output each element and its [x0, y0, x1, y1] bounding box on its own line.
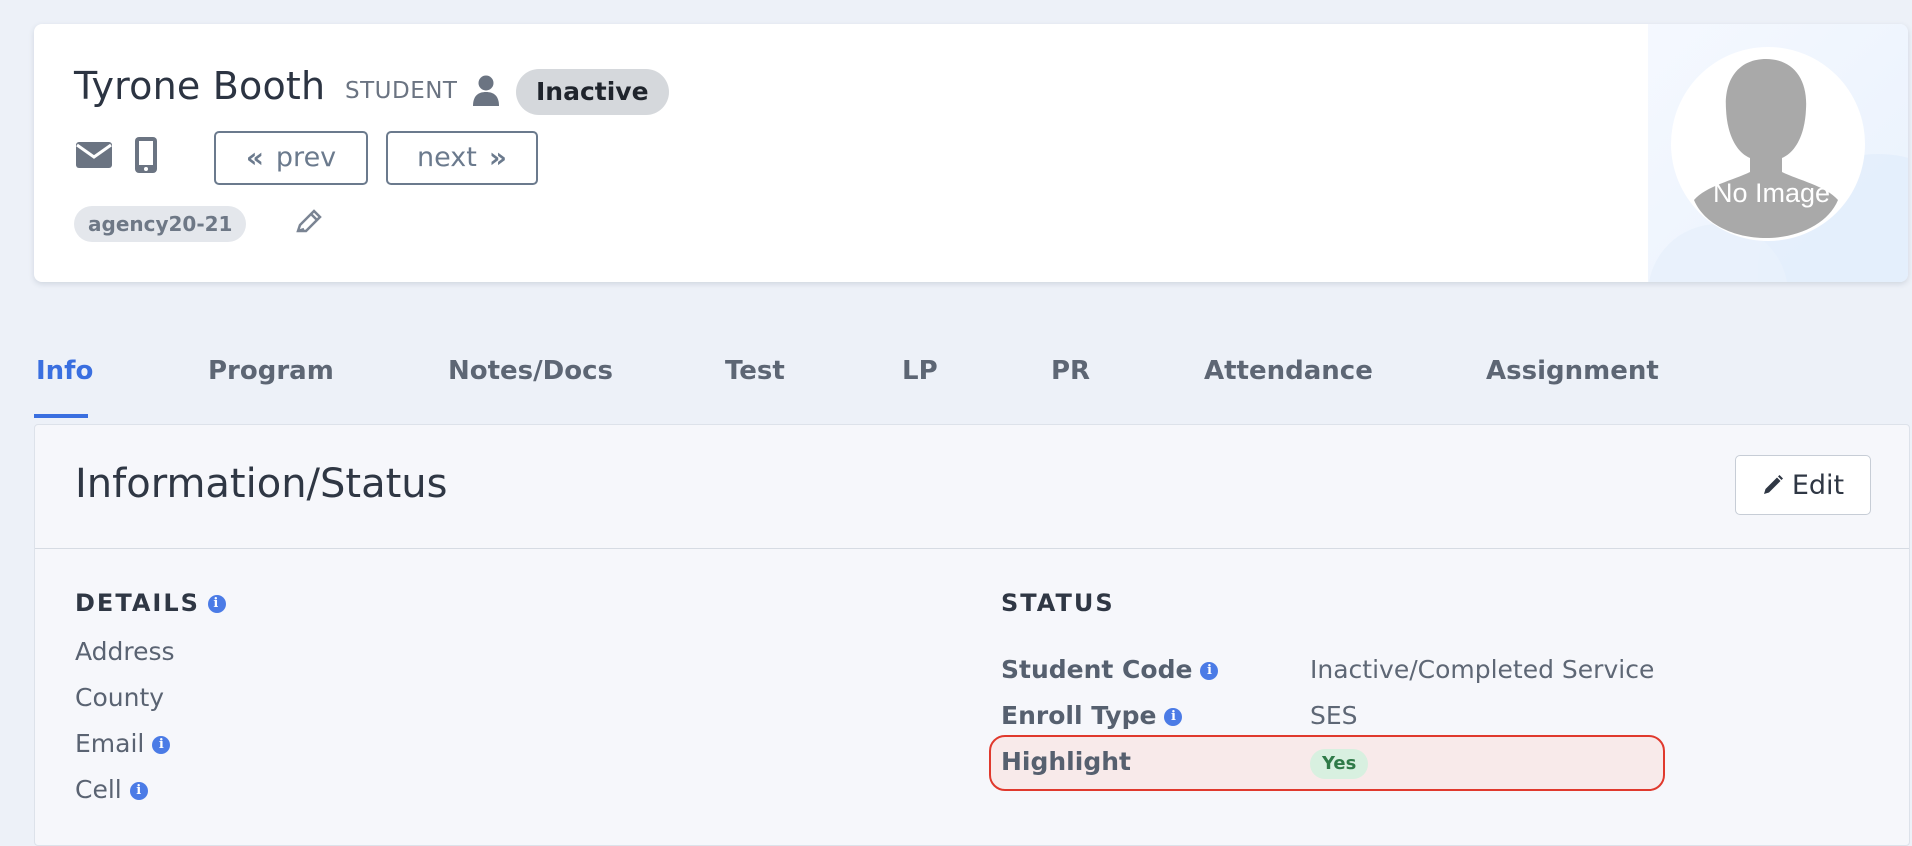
info-icon[interactable]: i [1164, 708, 1183, 726]
panel-title: Information/Status [75, 461, 448, 507]
avatar-decoration [1648, 24, 1908, 282]
profile-card: No Image Tyrone Booth STUDENT Inactive «… [34, 24, 1908, 282]
enroll-type-value: SES [1310, 701, 1358, 730]
student-code-label: Student Code i [1001, 655, 1219, 684]
student-name: Tyrone Booth [74, 64, 326, 108]
double-chevron-right-icon: » [488, 141, 507, 174]
info-icon[interactable]: i [129, 782, 148, 800]
county-label: County [75, 683, 165, 712]
double-chevron-left-icon: « [245, 141, 264, 174]
highlight-yes-badge: Yes [1310, 749, 1369, 779]
status-badge: Inactive [516, 69, 669, 115]
details-heading-text: DETAILS [75, 589, 200, 617]
details-heading: DETAILS i [75, 589, 226, 617]
cell-label-text: Cell [75, 775, 122, 804]
cell-label: Cell i [75, 775, 148, 804]
tab-pr[interactable]: PR [1051, 356, 1090, 386]
student-code-label-text: Student Code [1001, 655, 1193, 684]
tab-test[interactable]: Test [725, 356, 785, 386]
info-icon[interactable]: i [152, 736, 171, 754]
prev-label: prev [275, 142, 337, 173]
email-label-text: Email [75, 729, 145, 758]
next-label: next [417, 142, 477, 173]
tab-info[interactable]: Info [36, 356, 93, 386]
highlight-label: Highlight [1001, 747, 1131, 776]
info-icon[interactable]: i [1200, 662, 1219, 680]
tab-lp[interactable]: LP [902, 356, 938, 386]
tab-program[interactable]: Program [208, 356, 334, 386]
next-button[interactable]: next » [386, 131, 538, 185]
role-label: STUDENT [345, 78, 458, 104]
pencil-icon[interactable] [294, 207, 324, 237]
email-icon[interactable] [76, 140, 112, 170]
edit-button[interactable]: Edit [1735, 455, 1871, 515]
panel-divider [35, 548, 1909, 549]
status-heading: STATUS [1001, 589, 1115, 617]
tab-notes-docs[interactable]: Notes/Docs [448, 356, 613, 386]
edit-pencil-icon [1763, 475, 1783, 494]
active-tab-indicator [34, 414, 88, 418]
information-panel: Information/Status Edit DETAILS i Address… [34, 424, 1910, 846]
enroll-type-label: Enroll Type i [1001, 701, 1183, 730]
user-icon [473, 75, 499, 106]
enroll-type-label-text: Enroll Type [1001, 701, 1157, 730]
email-label: Email i [75, 729, 171, 758]
mobile-phone-icon[interactable] [134, 136, 158, 174]
tab-attendance[interactable]: Attendance [1204, 356, 1373, 386]
tab-assignment[interactable]: Assignment [1486, 356, 1659, 386]
avatar-text: No Image [1713, 178, 1831, 208]
edit-label: Edit [1791, 469, 1845, 501]
info-icon[interactable]: i [207, 595, 226, 613]
agency-tag: agency20-21 [74, 206, 247, 242]
address-label: Address [75, 637, 175, 666]
student-code-value: Inactive/Completed Service [1310, 655, 1655, 684]
tab-bar: Info Program Notes/Docs Test LP PR Atten… [34, 356, 1908, 420]
prev-button[interactable]: « prev [214, 131, 368, 185]
